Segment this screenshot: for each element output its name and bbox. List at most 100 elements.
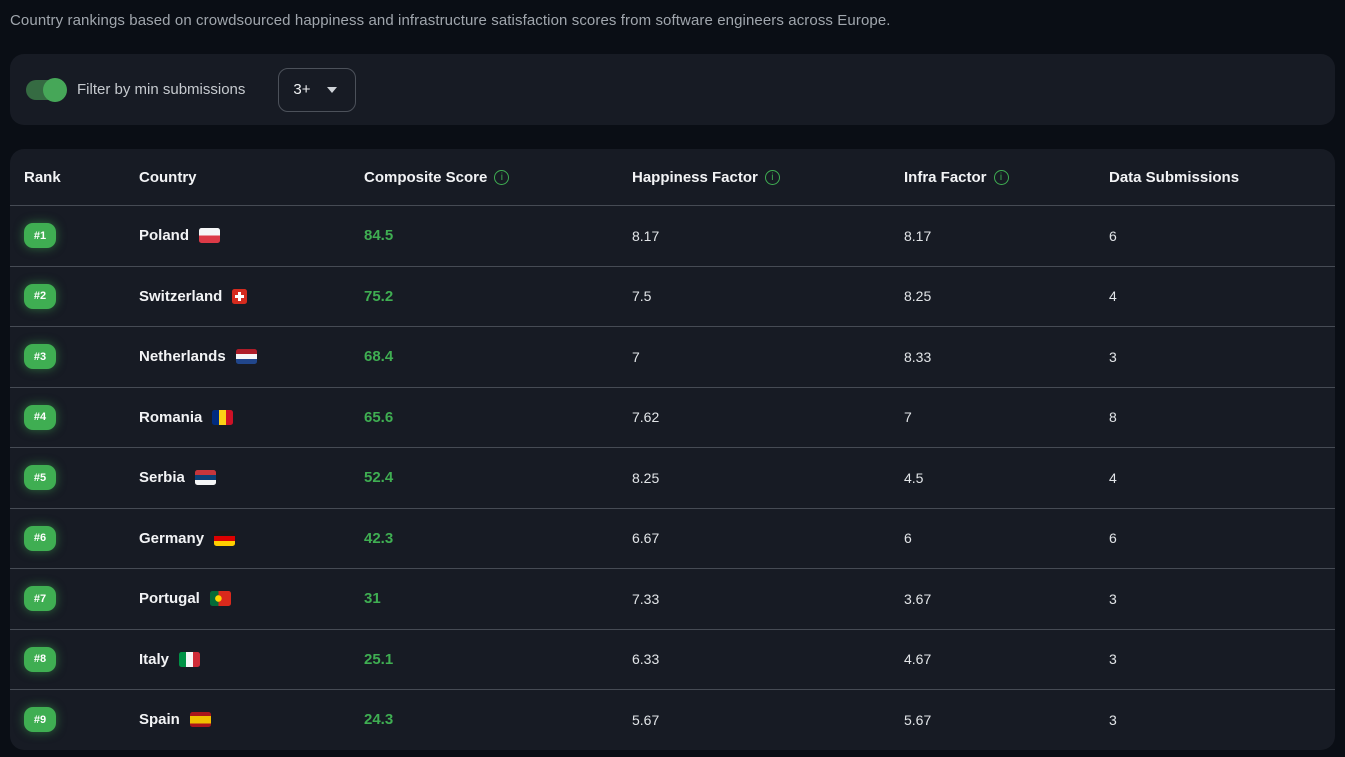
min-submissions-toggle[interactable] [26, 77, 67, 102]
data-submissions-value: 3 [1109, 590, 1117, 607]
country-name: Romania [139, 408, 203, 426]
rank-badge: #6 [24, 525, 56, 551]
happiness-factor-value: 8.17 [632, 227, 660, 244]
table-row: #5 Serbia 52.4 8.25 4.5 4 [10, 447, 1335, 508]
composite-score-value: 52.4 [364, 469, 394, 487]
rank-cell: #7 [24, 586, 139, 612]
country-flag-icon [199, 228, 221, 244]
country-cell: Switzerland [139, 288, 364, 305]
table-row: #2 Switzerland 75.2 7.5 8.25 4 [10, 265, 1335, 327]
country-flag-icon [189, 712, 211, 728]
country-cell: Romania [139, 409, 364, 426]
data-submissions-value: 3 [1109, 348, 1117, 365]
infra-factor-value: 6 [904, 530, 912, 547]
rank-cell: #2 [24, 283, 139, 309]
happiness-factor-value: 6.33 [632, 651, 660, 668]
rank-cell: #6 [24, 525, 139, 551]
country-flag-icon [194, 470, 216, 486]
country-flag-icon [232, 288, 248, 304]
table-row: #1 Poland 84.5 8.17 8.17 6 [10, 205, 1335, 266]
happiness-factor-value: 7.62 [632, 409, 660, 426]
filter-bar: Filter by min submissions 3+ [10, 54, 1335, 125]
info-icon[interactable]: i [494, 169, 510, 185]
country-flag-icon [235, 349, 257, 365]
table-row: #3 Netherlands 68.4 7 8.33 3 [10, 326, 1335, 387]
composite-score-value: 42.3 [364, 529, 394, 547]
rank-badge: #4 [24, 404, 56, 430]
table-row: #9 Spain 24.3 5.67 5.67 3 [10, 689, 1335, 750]
composite-score-value: 24.3 [364, 711, 394, 729]
chevron-down-icon [326, 86, 337, 93]
country-name: Germany [139, 529, 205, 547]
country-cell: Portugal [139, 590, 364, 607]
column-header-infra-factor: Infra Factor i [904, 169, 1109, 186]
composite-score-value: 25.1 [364, 650, 394, 668]
data-submissions-value: 3 [1109, 651, 1117, 668]
composite-score-value: 68.4 [364, 348, 394, 366]
data-submissions-value: 3 [1109, 711, 1117, 728]
column-header-rank: Rank [24, 169, 139, 186]
data-submissions-value: 4 [1109, 288, 1117, 305]
column-header-label: Infra Factor [904, 168, 987, 186]
country-flag-icon [214, 530, 236, 546]
country-cell: Spain [139, 711, 364, 728]
country-cell: Poland [139, 227, 364, 244]
country-name: Serbia [139, 469, 185, 487]
country-cell: Germany [139, 530, 364, 547]
table-row: #8 Italy 25.1 6.33 4.67 3 [10, 628, 1335, 690]
data-submissions-value: 6 [1109, 227, 1117, 244]
column-header-label: Data Submissions [1109, 168, 1240, 186]
column-header-label: Country [139, 168, 197, 186]
country-flag-icon [212, 409, 234, 425]
info-icon[interactable]: i [764, 169, 780, 185]
rank-badge: #1 [24, 223, 56, 249]
country-cell: Italy [139, 651, 364, 668]
filter-toggle-label: Filter by min submissions [77, 81, 246, 98]
min-submissions-dropdown[interactable]: 3+ [278, 67, 357, 112]
infra-factor-value: 8.17 [904, 227, 932, 244]
table-row: #6 Germany 42.3 6.67 6 6 [10, 507, 1335, 569]
rank-cell: #4 [24, 404, 139, 430]
country-name: Spain [139, 711, 180, 729]
infra-factor-value: 4.5 [904, 469, 924, 486]
table-header-row: Rank Country Composite Score i Happiness… [10, 149, 1335, 205]
infra-factor-value: 4.67 [904, 651, 932, 668]
column-header-data-submissions: Data Submissions [1109, 169, 1335, 186]
country-flag-icon [179, 651, 201, 667]
rank-cell: #9 [24, 707, 139, 733]
column-header-country: Country [139, 169, 364, 186]
infra-factor-value: 7 [904, 409, 912, 426]
country-flag-icon [209, 591, 231, 607]
rank-cell: #1 [24, 223, 139, 249]
column-header-label: Rank [24, 168, 61, 186]
info-icon[interactable]: i [993, 169, 1009, 185]
composite-score-value: 75.2 [364, 287, 394, 305]
country-cell: Netherlands [139, 348, 364, 365]
country-cell: Serbia [139, 469, 364, 486]
happiness-factor-value: 7 [632, 348, 640, 365]
data-submissions-value: 4 [1109, 469, 1117, 486]
page: Country rankings based on crowdsourced h… [0, 0, 1345, 750]
rank-badge: #9 [24, 707, 56, 733]
dropdown-selected-value: 3+ [293, 81, 311, 98]
toggle-knob [43, 77, 67, 102]
column-header-composite-score: Composite Score i [364, 169, 632, 186]
table-row: #7 Portugal 31 7.33 3.67 3 [10, 568, 1335, 629]
happiness-factor-value: 5.67 [632, 711, 660, 728]
country-name: Poland [139, 227, 190, 245]
table-row: #4 Romania 65.6 7.62 7 8 [10, 386, 1335, 448]
rankings-table: Rank Country Composite Score i Happiness… [10, 149, 1335, 750]
infra-factor-value: 5.67 [904, 711, 932, 728]
rank-badge: #2 [24, 283, 56, 309]
infra-factor-value: 8.25 [904, 288, 932, 305]
rank-cell: #3 [24, 344, 139, 370]
infra-factor-value: 3.67 [904, 590, 932, 607]
rank-badge: #8 [24, 646, 56, 672]
page-description: Country rankings based on crowdsourced h… [10, 12, 891, 29]
data-submissions-value: 6 [1109, 530, 1117, 547]
table-body: #1 Poland 84.5 8.17 8.17 6 #2 Switzerlan… [10, 205, 1335, 750]
composite-score-value: 84.5 [364, 227, 394, 245]
country-name: Switzerland [139, 287, 223, 305]
happiness-factor-value: 7.33 [632, 590, 660, 607]
column-header-happiness-factor: Happiness Factor i [632, 169, 904, 186]
